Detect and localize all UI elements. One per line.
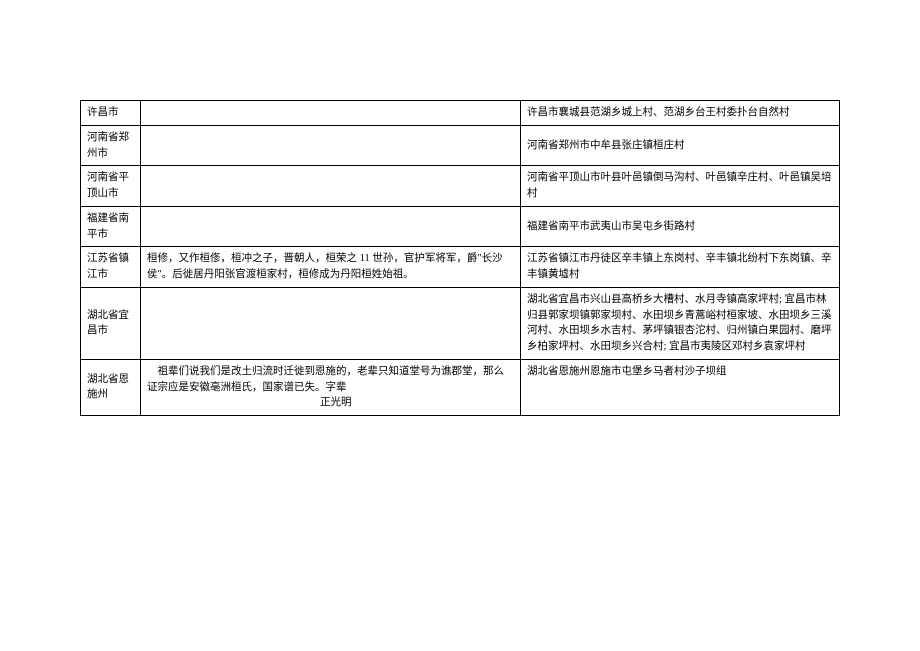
notes-cell: 桓修，又作桓俢，桓冲之子，晋朝人，桓荣之 11 世孙，官护军将军，爵"长沙侯"。…	[141, 247, 521, 288]
notes-line1: 祖辈们说我们是改土归流时迁徙到恩施的，老辈只知道堂号为谯郡堂，那么证宗应是安徽亳…	[147, 366, 504, 393]
region-cell: 福建省南平市	[81, 206, 141, 247]
table-row: 河南省平顶山市 河南省平顶山市叶县叶邑镇倒马沟村、叶邑镇辛庄村、叶邑镇吴培村	[81, 166, 840, 207]
notes-cell	[141, 206, 521, 247]
details-cell: 湖北省恩施州恩施市屯堡乡马者村沙子坝组	[521, 359, 840, 415]
table-row: 许昌市 许昌市襄城县范湖乡城上村、范湖乡台王村委扑台自然村	[81, 101, 840, 126]
details-cell: 许昌市襄城县范湖乡城上村、范湖乡台王村委扑台自然村	[521, 101, 840, 126]
notes-cell	[141, 166, 521, 207]
details-cell: 河南省郑州市中牟县张庄镇桓庄村	[521, 125, 840, 166]
notes-cell	[141, 125, 521, 166]
region-cell: 湖北省宜昌市	[81, 287, 141, 359]
data-table: 许昌市 许昌市襄城县范湖乡城上村、范湖乡台王村委扑台自然村 河南省郑州市 河南省…	[80, 100, 840, 416]
notes-cell	[141, 287, 521, 359]
notes-cell	[141, 101, 521, 126]
details-cell: 湖北省宜昌市兴山县高桥乡大槽村、水月寺镇高家坪村; 宜昌市林归县郭家坝镇郭家坝村…	[521, 287, 840, 359]
details-cell: 福建省南平市武夷山市吴屯乡街路村	[521, 206, 840, 247]
table-row: 湖北省宜昌市 湖北省宜昌市兴山县高桥乡大槽村、水月寺镇高家坪村; 宜昌市林归县郭…	[81, 287, 840, 359]
table-row: 福建省南平市 福建省南平市武夷山市吴屯乡街路村	[81, 206, 840, 247]
details-cell: 河南省平顶山市叶县叶邑镇倒马沟村、叶邑镇辛庄村、叶邑镇吴培村	[521, 166, 840, 207]
table-row: 湖北省恩施州 祖辈们说我们是改土归流时迁徙到恩施的，老辈只知道堂号为谯郡堂，那么…	[81, 359, 840, 415]
details-cell: 江苏省镇江市丹徒区辛丰镇上东岗村、辛丰镇北纷村下东岗镇、辛丰镇黄墟村	[521, 247, 840, 288]
region-cell: 江苏省镇江市	[81, 247, 141, 288]
notes-line2: 正光明	[147, 395, 514, 411]
region-cell: 湖北省恩施州	[81, 359, 141, 415]
notes-cell: 祖辈们说我们是改土归流时迁徙到恩施的，老辈只知道堂号为谯郡堂，那么证宗应是安徽亳…	[141, 359, 521, 415]
region-cell: 河南省平顶山市	[81, 166, 141, 207]
table-row: 河南省郑州市 河南省郑州市中牟县张庄镇桓庄村	[81, 125, 840, 166]
table-row: 江苏省镇江市 桓修，又作桓俢，桓冲之子，晋朝人，桓荣之 11 世孙，官护军将军，…	[81, 247, 840, 288]
region-cell: 河南省郑州市	[81, 125, 141, 166]
region-cell: 许昌市	[81, 101, 141, 126]
